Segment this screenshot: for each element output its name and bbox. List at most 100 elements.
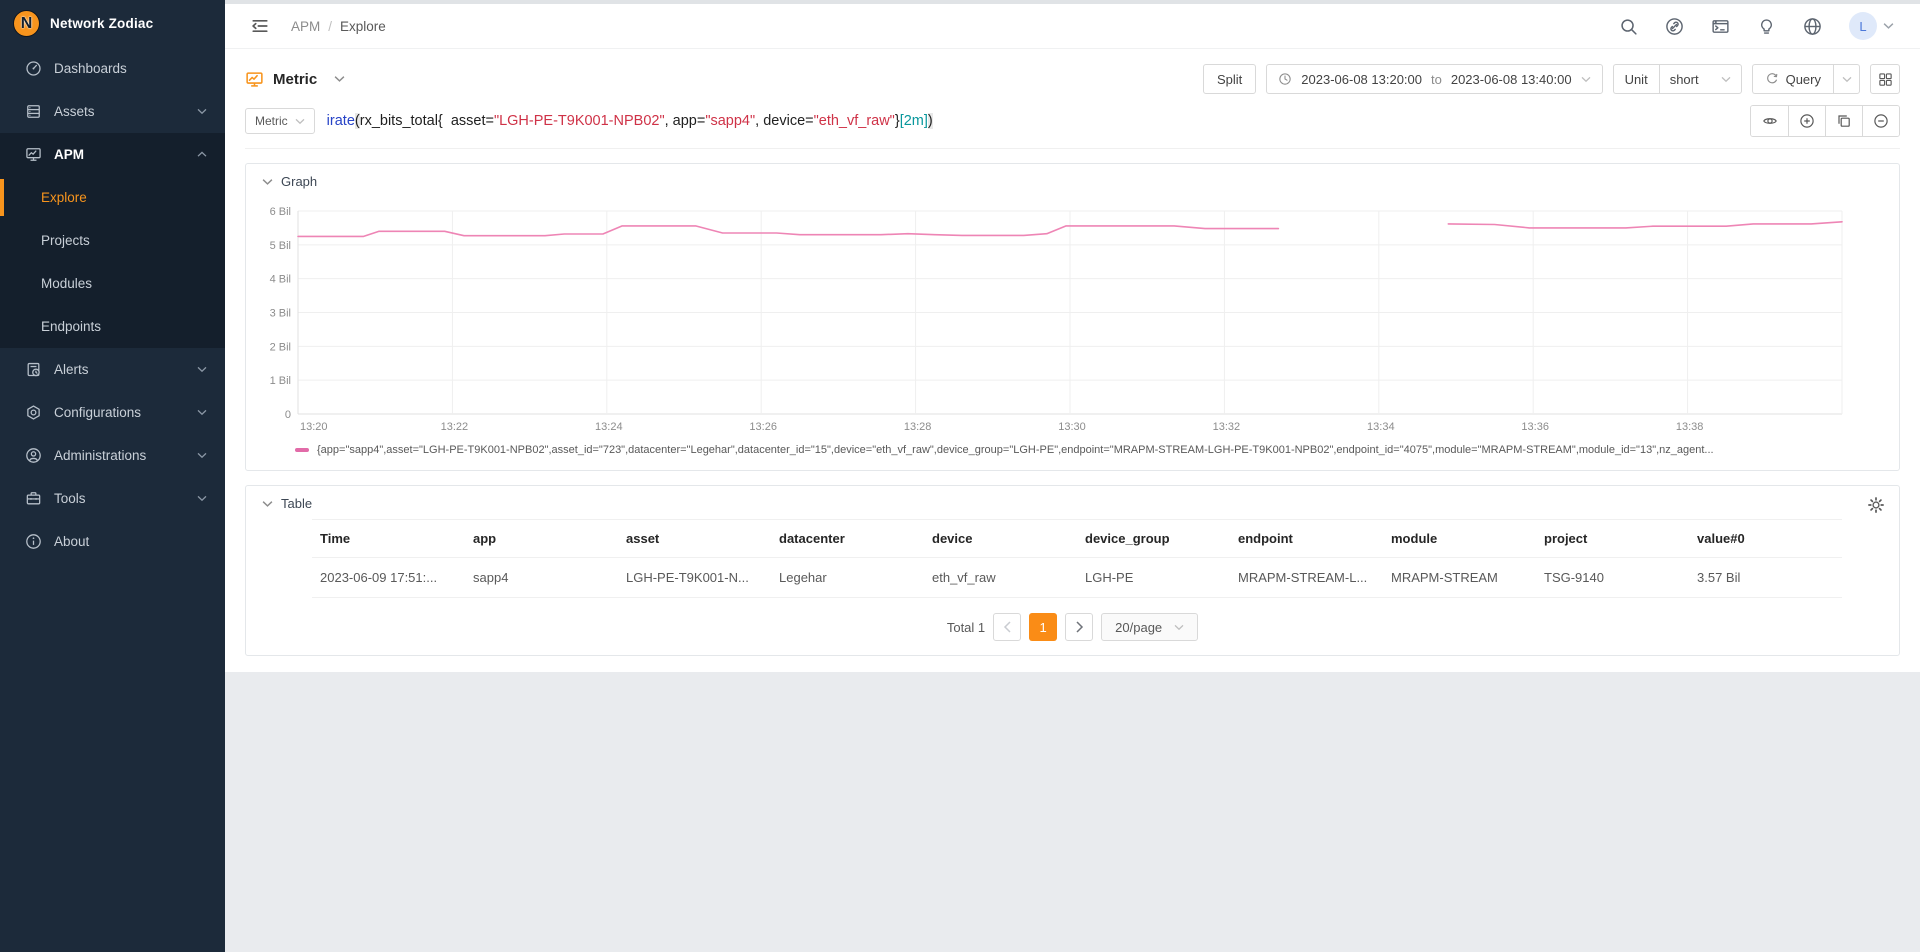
table-cell: MRAPM-STREAM bbox=[1383, 558, 1536, 598]
user-menu[interactable]: L bbox=[1849, 12, 1894, 40]
table-row[interactable]: 2023-06-09 17:51:...sapp4LGH-PE-T9K001-N… bbox=[312, 558, 1842, 598]
time-range-picker[interactable]: 2023-06-08 13:20:00 to 2023-06-08 13:40:… bbox=[1266, 64, 1602, 94]
unit-select[interactable]: short bbox=[1659, 64, 1742, 94]
sidebar-item-configurations[interactable]: Configurations bbox=[0, 391, 225, 434]
next-page-button[interactable] bbox=[1065, 613, 1093, 641]
split-button[interactable]: Split bbox=[1203, 64, 1256, 94]
table-cell: 3.57 Bil bbox=[1689, 558, 1842, 598]
page-number-button[interactable]: 1 bbox=[1029, 613, 1057, 641]
table-cell: LGH-PE-T9K001-N... bbox=[618, 558, 771, 598]
sidebar-item-tools[interactable]: Tools bbox=[0, 477, 225, 520]
query-token: rx_bits_total{ bbox=[360, 113, 451, 129]
query-expression-input[interactable]: irate(rx_bits_total{ asset="LGH-PE-T9K00… bbox=[327, 113, 1738, 129]
table-settings-gear-icon[interactable] bbox=[1867, 496, 1885, 514]
link-circle-icon[interactable] bbox=[1665, 17, 1684, 36]
svg-text:13:22: 13:22 bbox=[441, 421, 469, 433]
column-header: datacenter bbox=[771, 520, 924, 558]
line-chart[interactable]: 01 Bil2 Bil3 Bil4 Bil5 Bil6 Bil13:2013:2… bbox=[262, 197, 1882, 441]
header-actions: L bbox=[1619, 12, 1894, 40]
column-header: asset bbox=[618, 520, 771, 558]
chart-container: 01 Bil2 Bil3 Bil4 Bil5 Bil6 Bil13:2013:2… bbox=[262, 197, 1883, 441]
explore-toolbar: Metric Split 2023-06-08 13:20:00 to 2023… bbox=[245, 64, 1900, 94]
preview-button[interactable] bbox=[1751, 106, 1788, 136]
sidebar-item-projects[interactable]: Projects bbox=[0, 219, 225, 262]
table-cell: MRAPM-STREAM-L... bbox=[1230, 558, 1383, 598]
query-token: device= bbox=[763, 113, 813, 129]
sidebar-item-label: Alerts bbox=[54, 362, 89, 377]
info-circle-icon bbox=[25, 533, 42, 550]
layout-grid-button[interactable] bbox=[1870, 64, 1900, 94]
chevron-down-icon[interactable] bbox=[334, 75, 345, 83]
sidebar-item-label: Tools bbox=[54, 491, 86, 506]
svg-text:13:20: 13:20 bbox=[300, 421, 328, 433]
column-header: device bbox=[924, 520, 1077, 558]
sidebar-item-dashboards[interactable]: Dashboards bbox=[0, 47, 225, 90]
graph-card-header[interactable]: Graph bbox=[262, 174, 1883, 189]
pagination: Total 1 1 20/page bbox=[262, 613, 1883, 641]
sidebar-item-apm[interactable]: APM bbox=[0, 133, 225, 176]
sidebar-item-label: About bbox=[54, 534, 89, 549]
sidebar-item-about[interactable]: About bbox=[0, 520, 225, 563]
gauge-icon bbox=[25, 60, 42, 77]
copy-query-button[interactable] bbox=[1825, 106, 1862, 136]
column-header: app bbox=[465, 520, 618, 558]
brand-name: Network Zodiac bbox=[50, 16, 153, 31]
query-dropdown-button[interactable] bbox=[1833, 64, 1860, 94]
table-cell: TSG-9140 bbox=[1536, 558, 1689, 598]
terminal-icon[interactable] bbox=[1711, 17, 1730, 36]
sidebar-item-endpoints[interactable]: Endpoints bbox=[0, 305, 225, 348]
globe-icon[interactable] bbox=[1803, 17, 1822, 36]
svg-text:5 Bil: 5 Bil bbox=[270, 240, 291, 252]
sidebar-item-administrations[interactable]: Administrations bbox=[0, 434, 225, 477]
user-circle-icon bbox=[25, 447, 42, 464]
sidebar-item-modules[interactable]: Modules bbox=[0, 262, 225, 305]
search-icon[interactable] bbox=[1619, 17, 1638, 36]
query-button[interactable]: Query bbox=[1752, 64, 1833, 94]
prev-page-button[interactable] bbox=[993, 613, 1021, 641]
query-type-select[interactable]: Metric bbox=[245, 108, 315, 134]
column-header: Time bbox=[312, 520, 465, 558]
avatar[interactable]: L bbox=[1849, 12, 1877, 40]
sidebar-item-label: Projects bbox=[41, 233, 90, 248]
chevron-right-icon bbox=[1075, 621, 1084, 633]
refresh-icon bbox=[1765, 72, 1779, 86]
page-title: Metric bbox=[273, 71, 317, 88]
sidebar-item-label: Configurations bbox=[54, 405, 141, 420]
content-area: APM / Explore bbox=[225, 0, 1920, 952]
lightbulb-icon[interactable] bbox=[1757, 17, 1776, 36]
main-panel: Metric Split 2023-06-08 13:20:00 to 2023… bbox=[225, 49, 1920, 672]
graph-card: Graph 01 Bil2 Bil3 Bil4 Bil5 Bil6 Bil13:… bbox=[245, 163, 1900, 471]
query-type-value: Metric bbox=[255, 114, 288, 128]
sidebar-item-label: Explore bbox=[41, 190, 87, 205]
table-section-title: Table bbox=[281, 496, 312, 511]
sidebar-item-assets[interactable]: Assets bbox=[0, 90, 225, 133]
copy-icon bbox=[1836, 113, 1852, 129]
svg-text:13:38: 13:38 bbox=[1676, 421, 1704, 433]
sidebar-item-alerts[interactable]: Alerts bbox=[0, 348, 225, 391]
svg-text:3 Bil: 3 Bil bbox=[270, 308, 291, 320]
query-token: "eth_vf_raw" bbox=[814, 113, 895, 129]
time-to: 2023-06-08 13:40:00 bbox=[1451, 72, 1572, 87]
chevron-up-icon bbox=[197, 151, 207, 158]
breadcrumb-apm[interactable]: APM bbox=[291, 19, 320, 34]
chart-axis-labels: 01 Bil2 Bil3 Bil4 Bil5 Bil6 Bil13:2013:2… bbox=[270, 206, 1704, 433]
brand: N Network Zodiac bbox=[0, 0, 225, 47]
svg-text:0: 0 bbox=[285, 409, 291, 421]
add-query-button[interactable] bbox=[1788, 106, 1825, 136]
sidebar-item-label: APM bbox=[54, 147, 84, 162]
table-card-header[interactable]: Table bbox=[262, 496, 1883, 511]
chart-legend-item[interactable]: {app="sapp4",asset="LGH-PE-T9K001-NPB02"… bbox=[295, 444, 1883, 456]
column-header: module bbox=[1383, 520, 1536, 558]
table-body: 2023-06-09 17:51:...sapp4LGH-PE-T9K001-N… bbox=[312, 558, 1842, 598]
sidebar-item-label: Administrations bbox=[54, 448, 146, 463]
page-size-select[interactable]: 20/page bbox=[1101, 613, 1198, 641]
menu-fold-icon[interactable] bbox=[251, 17, 269, 35]
query-token: [2m] bbox=[900, 113, 928, 129]
minus-circle-icon bbox=[1873, 113, 1889, 129]
chevron-down-icon bbox=[197, 366, 207, 373]
svg-text:13:32: 13:32 bbox=[1213, 421, 1241, 433]
table-card: Table Timeappassetdatacenterdevicedevice… bbox=[245, 485, 1900, 656]
sidebar-item-explore[interactable]: Explore bbox=[0, 176, 225, 219]
chevron-down-icon bbox=[1581, 76, 1591, 83]
remove-query-button[interactable] bbox=[1862, 106, 1899, 136]
